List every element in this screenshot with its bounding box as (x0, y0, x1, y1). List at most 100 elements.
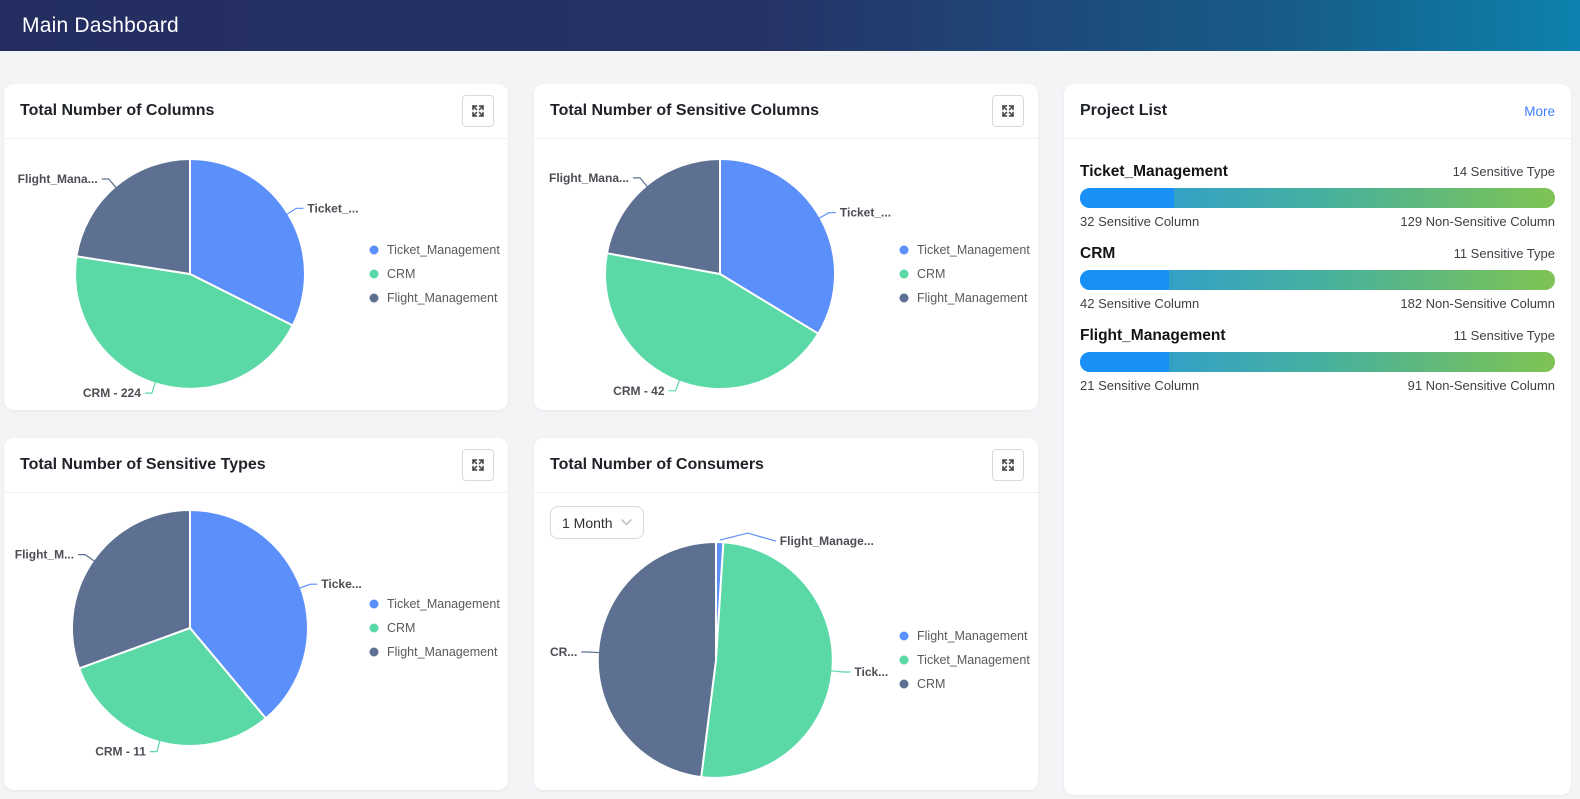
sensitivity-bar (1080, 352, 1555, 372)
svg-text:Flight_Management: Flight_Management (387, 291, 498, 305)
pie-callout: Ticket_... (285, 201, 359, 215)
card-title: Total Number of Consumers (550, 456, 764, 474)
legend-item-Ticket_Management[interactable]: Ticket_Management (370, 243, 501, 257)
project-row: Flight_Management 11 Sensitive Type 21 S… (1080, 327, 1555, 393)
legend-item-CRM[interactable]: CRM (900, 677, 946, 691)
pie-callout: CRM - 11 (95, 738, 160, 759)
card-header: Total Number of Consumers (534, 438, 1038, 493)
svg-text:CRM: CRM (917, 267, 945, 281)
svg-text:Flight_M...: Flight_M... (15, 548, 74, 562)
card-title: Total Number of Columns (20, 102, 214, 120)
legend-item-CRM[interactable]: CRM (370, 267, 416, 281)
pie-callout: Flight_Mana... (18, 172, 118, 190)
project-name: CRM (1080, 245, 1115, 263)
svg-text:CRM: CRM (387, 267, 415, 281)
svg-text:Ticket_...: Ticket_... (840, 206, 891, 220)
sensitivity-bar (1080, 188, 1555, 208)
sensitive-type-count: 11 Sensitive Type (1454, 246, 1555, 261)
project-name: Flight_Management (1080, 327, 1226, 345)
sensitive-type-count: 11 Sensitive Type (1454, 328, 1555, 343)
pie-slice-CRM[interactable] (598, 542, 716, 777)
card-total-consumers: Total Number of Consumers 1 Month (534, 438, 1038, 790)
legend-item-CRM[interactable]: CRM (370, 621, 416, 635)
pie-callout: CRM - 224 (83, 380, 156, 400)
chevron-down-icon (621, 519, 632, 526)
legend-item-Flight_Management[interactable]: Flight_Management (900, 629, 1029, 643)
svg-text:Ticket_...: Ticket_... (307, 201, 358, 215)
card-header: Total Number of Sensitive Types (4, 438, 508, 493)
card-total-columns: Total Number of Columns Ticket_... CRM - … (4, 84, 508, 410)
sensitivity-bar-fill (1080, 188, 1174, 208)
pie-chart-columns: Ticket_... CRM - 224 Flight_Mana... Ticket_… (4, 139, 508, 410)
non-sensitive-column-count: 182 Non-Sensitive Column (1400, 296, 1555, 311)
pie-slice-Ticket_Management[interactable] (701, 542, 833, 778)
card-total-sensitive-columns: Total Number of Sensitive Columns Ticket… (534, 84, 1038, 410)
pie-chart-sensitive-types: Ticke... CRM - 11 Flight_M... Ticket_Manage… (4, 493, 508, 790)
dashboard-grid: Total Number of Columns Ticket_... CRM - … (0, 51, 1580, 790)
svg-text:Ticket_Management: Ticket_Management (387, 243, 500, 257)
svg-text:Tick...: Tick... (854, 665, 888, 679)
card-total-sensitive-types: Total Number of Sensitive Types Ticke...… (4, 438, 508, 790)
svg-text:Ticket_Management: Ticket_Management (917, 243, 1030, 257)
legend-item-Ticket_Management[interactable]: Ticket_Management (370, 597, 501, 611)
svg-text:CR...: CR... (550, 645, 577, 659)
legend-item-Flight_Management[interactable]: Flight_Management (900, 291, 1029, 305)
expand-arrows-icon (471, 458, 485, 472)
pie-chart-sensitive-columns: Ticket_... CRM - 42 Flight_Mana... Ticket_M… (534, 139, 1038, 410)
time-range-value: 1 Month (562, 515, 613, 531)
sensitive-type-count: 14 Sensitive Type (1453, 164, 1555, 179)
expand-button[interactable] (462, 449, 494, 481)
non-sensitive-column-count: 129 Non-Sensitive Column (1400, 214, 1555, 229)
project-row: CRM 11 Sensitive Type 42 Sensitive Colum… (1080, 245, 1555, 311)
svg-text:Ticket_Management: Ticket_Management (917, 653, 1030, 667)
legend-item-Flight_Management[interactable]: Flight_Management (370, 645, 499, 659)
card-title: Total Number of Sensitive Columns (550, 102, 819, 120)
card-title: Total Number of Sensitive Types (20, 456, 266, 474)
project-list: Ticket_Management 14 Sensitive Type 32 S… (1064, 139, 1571, 393)
svg-text:CRM: CRM (917, 677, 945, 691)
pie-callout: CRM - 42 (613, 378, 680, 398)
pie-callout: Ticket_... (817, 206, 891, 220)
sensitive-column-count: 42 Sensitive Column (1080, 296, 1199, 311)
svg-text:Ticket_Management: Ticket_Management (387, 597, 500, 611)
project-name: Ticket_Management (1080, 163, 1228, 181)
panel-header: Project List More (1064, 84, 1571, 139)
legend-item-Ticket_Management[interactable]: Ticket_Management (900, 243, 1031, 257)
pie-callout: Tick... (830, 665, 889, 679)
svg-text:Ticke...: Ticke... (321, 577, 361, 591)
svg-text:Flight_Management: Flight_Management (917, 291, 1028, 305)
svg-text:Flight_Mana...: Flight_Mana... (549, 171, 629, 185)
pie-callout: Ticke... (297, 577, 362, 591)
svg-text:Flight_Mana...: Flight_Mana... (18, 172, 98, 186)
sensitive-column-count: 21 Sensitive Column (1080, 378, 1199, 393)
svg-text:CRM - 42: CRM - 42 (613, 384, 665, 398)
page-title: Main Dashboard (22, 14, 179, 38)
sensitivity-bar-fill (1080, 352, 1169, 372)
pie-callout: CR... (550, 645, 602, 659)
expand-arrows-icon (471, 104, 485, 118)
expand-button[interactable] (992, 95, 1024, 127)
time-range-select[interactable]: 1 Month (550, 506, 644, 539)
sensitive-column-count: 32 Sensitive Column (1080, 214, 1199, 229)
svg-text:Flight_Management: Flight_Management (917, 629, 1028, 643)
legend-item-Ticket_Management[interactable]: Ticket_Management (900, 653, 1031, 667)
app-header: Main Dashboard (0, 0, 1580, 51)
svg-text:CRM - 224: CRM - 224 (83, 386, 141, 400)
pie-callout: Flight_Mana... (549, 171, 649, 189)
project-list-panel: Project List More Ticket_Management 14 S… (1064, 84, 1571, 795)
svg-text:CRM: CRM (387, 621, 415, 635)
pie-callout: Flight_M... (15, 548, 97, 563)
non-sensitive-column-count: 91 Non-Sensitive Column (1408, 378, 1555, 393)
legend-item-CRM[interactable]: CRM (900, 267, 946, 281)
legend-item-Flight_Management[interactable]: Flight_Management (370, 291, 499, 305)
expand-arrows-icon (1001, 458, 1015, 472)
expand-button[interactable] (992, 449, 1024, 481)
expand-arrows-icon (1001, 104, 1015, 118)
svg-text:CRM - 11: CRM - 11 (95, 745, 146, 759)
sensitivity-bar-fill (1080, 270, 1169, 290)
pie-chart-consumers-body: 1 Month Flight_Manage...Tick...CR...Flig… (534, 493, 1038, 790)
expand-button[interactable] (462, 95, 494, 127)
svg-text:Flight_Management: Flight_Management (387, 645, 498, 659)
sensitivity-bar (1080, 270, 1555, 290)
more-link[interactable]: More (1524, 104, 1555, 119)
